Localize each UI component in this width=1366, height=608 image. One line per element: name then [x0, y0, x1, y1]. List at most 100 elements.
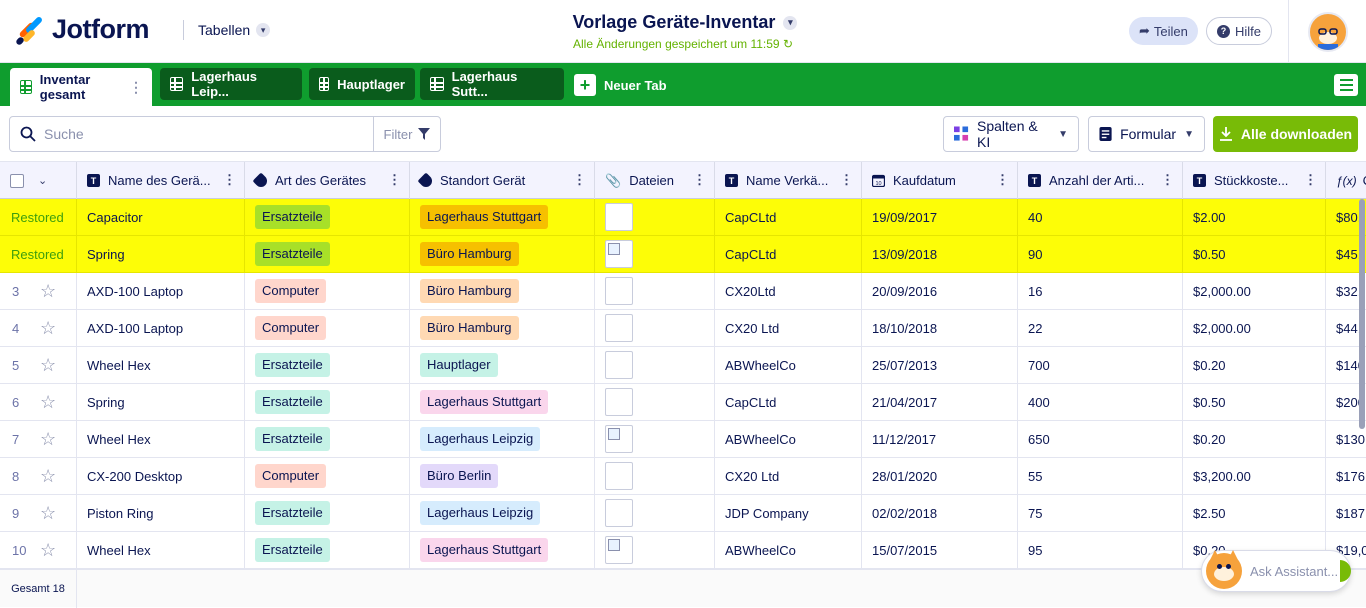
- cell-vendor[interactable]: CapCLtd: [715, 384, 862, 420]
- cell-file[interactable]: [595, 347, 715, 383]
- cell-location[interactable]: Lagerhaus Leipzig: [410, 421, 595, 457]
- hamburger-menu-button[interactable]: [1334, 74, 1358, 96]
- cell-type[interactable]: Ersatzteile: [245, 384, 410, 420]
- kebab-menu-icon[interactable]: ⋮: [129, 79, 143, 96]
- cell-date[interactable]: 02/02/2018: [862, 495, 1018, 531]
- search-input[interactable]: Suche: [9, 116, 374, 152]
- cell-name[interactable]: Wheel Hex: [77, 532, 245, 568]
- cell-cost[interactable]: $0.50: [1183, 236, 1326, 272]
- cell-vendor[interactable]: CX20Ltd: [715, 273, 862, 309]
- cell-type[interactable]: Computer: [245, 458, 410, 494]
- cell-cost[interactable]: $3,200.00: [1183, 458, 1326, 494]
- column-header-location[interactable]: Standort Gerät ⋮: [410, 162, 595, 199]
- cell-location[interactable]: Büro Berlin: [410, 458, 595, 494]
- vertical-scrollbar[interactable]: [1359, 199, 1365, 429]
- cell-cost[interactable]: $2,000.00: [1183, 273, 1326, 309]
- cell-name[interactable]: Wheel Hex: [77, 347, 245, 383]
- cell-name[interactable]: Spring: [77, 236, 245, 272]
- cell-qty[interactable]: 700: [1018, 347, 1183, 383]
- column-header-unit-cost[interactable]: T Stückkoste... ⋮: [1183, 162, 1326, 199]
- cell-file[interactable]: [595, 532, 715, 568]
- cell-vendor[interactable]: JDP Company: [715, 495, 862, 531]
- new-tab-button[interactable]: + Neuer Tab: [574, 74, 667, 96]
- ask-assistant-button[interactable]: Ask Assistant...: [1201, 550, 1351, 592]
- cell-type[interactable]: Ersatzteile: [245, 236, 410, 272]
- cell-vendor[interactable]: ABWheelCo: [715, 532, 862, 568]
- empty-file-slot[interactable]: [605, 462, 633, 490]
- cell-qty[interactable]: 90: [1018, 236, 1183, 272]
- column-menu-icon[interactable]: ⋮: [840, 172, 853, 188]
- cell-qty[interactable]: 16: [1018, 273, 1183, 309]
- cell-name[interactable]: Piston Ring: [77, 495, 245, 531]
- cell-file[interactable]: [595, 236, 715, 272]
- table-row[interactable]: 8 ☆ CX-200 Desktop Computer Büro Berlin CX20 …: [0, 458, 1366, 495]
- empty-file-slot[interactable]: [605, 277, 633, 305]
- cell-type[interactable]: Ersatzteile: [245, 532, 410, 568]
- cell-qty[interactable]: 40: [1018, 199, 1183, 235]
- empty-file-slot[interactable]: [605, 499, 633, 527]
- cell-file[interactable]: [595, 458, 715, 494]
- star-icon[interactable]: ☆: [40, 429, 56, 450]
- table-row[interactable]: 7 ☆ Wheel Hex Ersatzteile Lagerhaus Leipzig A…: [0, 421, 1366, 458]
- cell-date[interactable]: 21/04/2017: [862, 384, 1018, 420]
- column-header-total[interactable]: ƒ(x)C: [1326, 162, 1366, 199]
- download-all-button[interactable]: Alle downloaden: [1213, 116, 1358, 152]
- column-header-date[interactable]: 10 Kaufdatum ⋮: [862, 162, 1018, 199]
- column-menu-icon[interactable]: ⋮: [693, 172, 706, 188]
- cell-date[interactable]: 15/07/2015: [862, 532, 1018, 568]
- cell-location[interactable]: Büro Hamburg: [410, 236, 595, 272]
- cell-num[interactable]: 10 ☆: [0, 532, 77, 568]
- cell-vendor[interactable]: CX20 Ltd: [715, 310, 862, 346]
- page-title-dropdown[interactable]: Vorlage Geräte-Inventar ▾: [573, 12, 798, 33]
- cell-type[interactable]: Ersatzteile: [245, 347, 410, 383]
- tab-lagerhaus-leipzig[interactable]: Lagerhaus Leip...: [160, 68, 302, 100]
- star-icon[interactable]: ☆: [40, 355, 56, 376]
- cell-cost[interactable]: $0.20: [1183, 421, 1326, 457]
- cell-vendor[interactable]: CapCLtd: [715, 236, 862, 272]
- column-menu-icon[interactable]: ⋮: [388, 172, 401, 188]
- cell-file[interactable]: [595, 421, 715, 457]
- cell-date[interactable]: 28/01/2020: [862, 458, 1018, 494]
- cell-file[interactable]: [595, 310, 715, 346]
- cell-total[interactable]: $176,...: [1326, 458, 1366, 494]
- cell-type[interactable]: Computer: [245, 273, 410, 309]
- column-menu-icon[interactable]: ⋮: [1161, 172, 1174, 188]
- cell-location[interactable]: Lagerhaus Stuttgart: [410, 532, 595, 568]
- cell-num[interactable]: 5 ☆: [0, 347, 77, 383]
- cell-cost[interactable]: $0.50: [1183, 384, 1326, 420]
- file-thumbnail[interactable]: [605, 240, 633, 268]
- share-button[interactable]: ➦ Teilen: [1129, 17, 1198, 45]
- star-icon[interactable]: ☆: [40, 318, 56, 339]
- cell-date[interactable]: 25/07/2013: [862, 347, 1018, 383]
- table-row[interactable]: 6 ☆ Spring Ersatzteile Lagerhaus Stuttgart Ca…: [0, 384, 1366, 421]
- cell-vendor[interactable]: CapCLtd: [715, 199, 862, 235]
- cell-qty[interactable]: 75: [1018, 495, 1183, 531]
- cell-file[interactable]: [595, 199, 715, 235]
- cell-total[interactable]: $187.5...: [1326, 495, 1366, 531]
- cell-file[interactable]: [595, 273, 715, 309]
- cell-date[interactable]: 13/09/2018: [862, 236, 1018, 272]
- star-icon[interactable]: ☆: [40, 503, 56, 524]
- column-menu-icon[interactable]: ⋮: [1304, 172, 1317, 188]
- table-row[interactable]: 10 ☆ Wheel Hex Ersatzteile Lagerhaus Stuttga…: [0, 532, 1366, 569]
- form-button[interactable]: Formular ▼: [1088, 116, 1205, 152]
- cell-num[interactable]: 6 ☆: [0, 384, 77, 420]
- table-row[interactable]: Restored Spring Ersatzteile Büro Hamburg Cap…: [0, 236, 1366, 273]
- table-row[interactable]: 9 ☆ Piston Ring Ersatzteile Lagerhaus Leipzi…: [0, 495, 1366, 532]
- cell-type[interactable]: Ersatzteile: [245, 421, 410, 457]
- tab-inventar-gesamt[interactable]: Inventar gesamt ⋮: [10, 68, 152, 106]
- cell-date[interactable]: 18/10/2018: [862, 310, 1018, 346]
- table-row[interactable]: 4 ☆ AXD-100 Laptop Computer Büro Hamburg CX20…: [0, 310, 1366, 347]
- chevron-down-icon[interactable]: ⌄: [38, 174, 47, 187]
- cell-num[interactable]: 3 ☆: [0, 273, 77, 309]
- cell-date[interactable]: 20/09/2016: [862, 273, 1018, 309]
- cell-type[interactable]: Computer: [245, 310, 410, 346]
- cell-cost[interactable]: $0.20: [1183, 347, 1326, 383]
- empty-file-slot[interactable]: [605, 314, 633, 342]
- tab-hauptlager[interactable]: Hauptlager: [309, 68, 415, 100]
- cell-location[interactable]: Lagerhaus Leipzig: [410, 495, 595, 531]
- cell-num[interactable]: 9 ☆: [0, 495, 77, 531]
- cell-vendor[interactable]: CX20 Ltd: [715, 458, 862, 494]
- column-menu-icon[interactable]: ⋮: [996, 172, 1009, 188]
- cell-name[interactable]: Capacitor: [77, 199, 245, 235]
